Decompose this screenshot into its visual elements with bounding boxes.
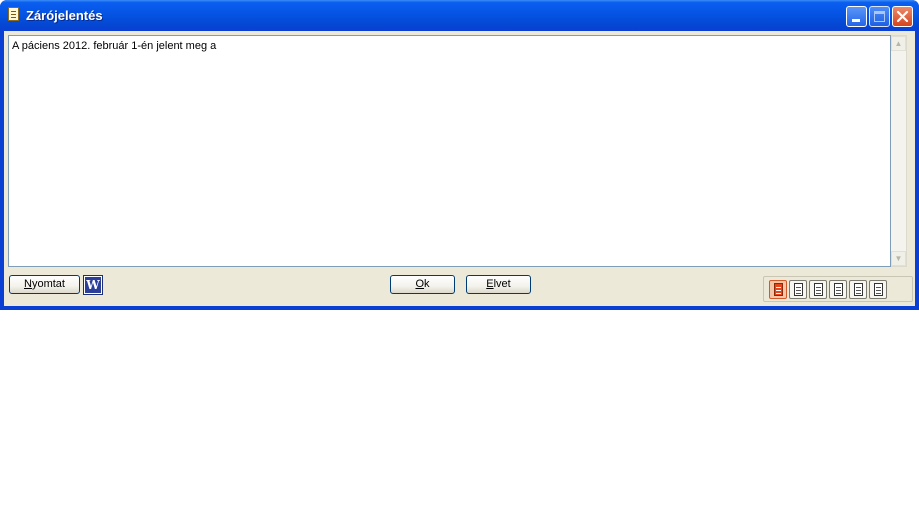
document-icon <box>814 283 823 296</box>
document-icon <box>834 283 843 296</box>
maximize-button[interactable] <box>869 6 890 27</box>
document-icon <box>854 283 863 296</box>
print-button-label: yomtat <box>31 278 65 290</box>
document-button-1[interactable] <box>769 280 787 299</box>
close-button[interactable] <box>892 6 913 27</box>
dialog-body: A páciens 2012. február 1-én jelent meg … <box>4 31 915 306</box>
document-button-3[interactable] <box>809 280 827 299</box>
document-button-6[interactable] <box>869 280 887 299</box>
document-button-4[interactable] <box>829 280 847 299</box>
report-window: Zárójelentés A páciens 2012. február 1-é… <box>0 0 919 310</box>
minimize-icon <box>852 19 860 22</box>
close-icon <box>896 10 909 23</box>
window-title: Zárójelentés <box>26 8 103 23</box>
title-bar[interactable]: Zárójelentés <box>0 0 919 31</box>
word-icon: W <box>85 277 101 293</box>
maximize-icon <box>874 11 885 22</box>
ok-button-label: k <box>424 278 430 290</box>
cancel-button-accesskey: E <box>486 278 494 290</box>
print-button[interactable]: Nyomtat <box>9 275 80 294</box>
scroll-down-icon[interactable]: ▼ <box>891 251 906 266</box>
cancel-button[interactable]: Elvet <box>466 275 531 294</box>
ok-button-accesskey: O <box>415 278 425 290</box>
document-button-2[interactable] <box>789 280 807 299</box>
document-icon <box>774 283 783 296</box>
document-toolbar <box>763 276 913 302</box>
document-icon <box>874 283 883 296</box>
word-export-button[interactable]: W <box>83 275 103 295</box>
ok-button[interactable]: Ok <box>390 275 455 294</box>
document-icon <box>794 283 803 296</box>
minimize-button[interactable] <box>846 6 867 27</box>
document-icon <box>8 7 19 21</box>
report-text-editor[interactable]: A páciens 2012. február 1-én jelent meg … <box>8 35 891 267</box>
print-button-accesskey: N <box>24 278 32 290</box>
scroll-up-icon[interactable]: ▲ <box>891 36 906 51</box>
cancel-button-label: lvet <box>493 278 511 290</box>
vertical-scrollbar[interactable]: ▲ ▼ <box>891 35 907 267</box>
document-button-5[interactable] <box>849 280 867 299</box>
